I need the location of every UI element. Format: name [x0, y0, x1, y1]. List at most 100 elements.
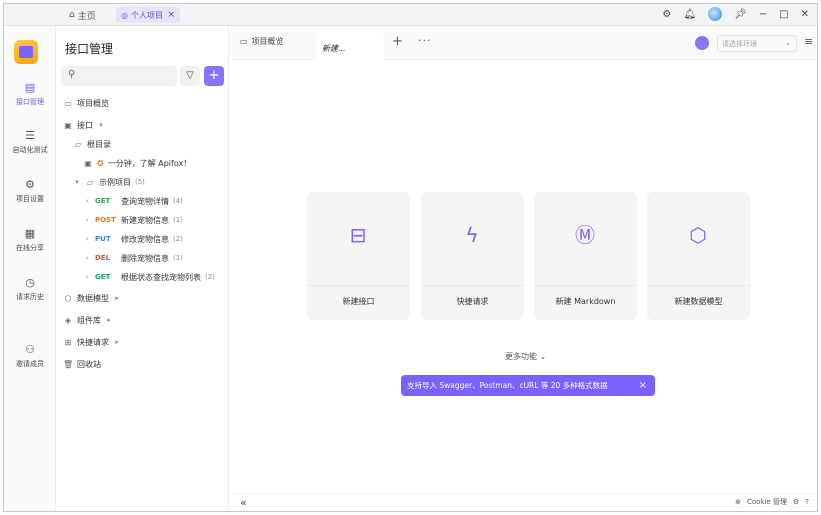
more-tabs-icon[interactable]: ··· [418, 34, 432, 47]
chevron-right-icon: › [85, 235, 89, 243]
tab-label: 项目概览 [251, 37, 284, 46]
menu-icon[interactable]: ≡ [804, 35, 813, 48]
search-input[interactable]: ⚲ [61, 66, 177, 86]
rail-item-invite[interactable]: ⚇ 邀请成员 [4, 344, 56, 369]
tree-item-intro-doc[interactable]: ▣ ✪ 一分钟，了解 Apifox！ [83, 155, 191, 171]
folder-icon: ▱ [74, 139, 82, 149]
project-tab[interactable]: ◎ 个人项目 × [116, 7, 180, 23]
method-badge: POST [95, 216, 116, 224]
tab-new[interactable]: 新建... [316, 32, 384, 60]
cube-icon: ⬡ [64, 293, 72, 303]
project-icon: ◎ [121, 10, 128, 20]
user-avatar[interactable] [708, 7, 723, 21]
title-bar: ⌂ 主页 ◎ 个人项目 × ⚙ 🔔︎ 📌︎ − □ ✕ [4, 4, 817, 26]
tree-label: 示例项目 [99, 177, 131, 187]
new-api-card[interactable]: ⊟ 新建接口 [307, 192, 410, 320]
endpoint-count: (2) [205, 273, 215, 281]
chevron-right-icon: ▸ [107, 316, 111, 324]
new-markdown-card[interactable]: Ⓜ 新建 Markdown [534, 192, 637, 320]
rail-label: 接口管理 [16, 98, 44, 106]
add-tab-button[interactable]: + [392, 34, 403, 49]
card-label: 新建数据模型 [647, 285, 750, 307]
filter-button[interactable]: ▽ [180, 66, 200, 86]
endpoint-row[interactable]: › GET 查询宠物详情 (4) [83, 193, 183, 209]
overview-icon: ▭ [240, 37, 248, 46]
help-icon[interactable]: ? [805, 498, 809, 506]
import-toast[interactable]: 支持导入 Swagger、Postman、cURL 等 20 多种格式数据 × [401, 375, 655, 396]
home-tab-label: 主页 [77, 11, 96, 22]
tree-item-quick-requests[interactable]: ⊞ 快捷请求 ▸ [63, 334, 121, 350]
tree-item-components[interactable]: ◈ 组件库 ▸ [63, 312, 113, 328]
home-tab[interactable]: ⌂ 主页 [69, 7, 96, 23]
tree-label: 接口 [77, 120, 93, 130]
api-icon: ⊟ [349, 223, 367, 247]
project-tab-label: 个人项目 [130, 10, 163, 20]
settings-icon[interactable]: ⚙ [662, 9, 671, 20]
history-icon: ◷ [25, 276, 35, 289]
minimize-icon[interactable]: − [759, 9, 767, 20]
close-window-icon[interactable]: ✕ [801, 9, 809, 20]
chevron-right-icon: › [85, 273, 89, 281]
collapse-sidebar-icon[interactable]: « [240, 496, 247, 509]
endpoint-name: 删除宠物信息 [121, 253, 169, 263]
sidebar: 接口管理 ⚲ ▽ + ▭ 项目概览 ▣ 接口 ▾ ▱ 根目录 ▣ ✪ 一分钟，了… [57, 26, 229, 511]
cookie-manager-link[interactable]: Cookie 管理 [747, 497, 787, 507]
markdown-icon: Ⓜ [575, 223, 595, 247]
tree-item-data-models[interactable]: ⬡ 数据模型 ▸ [63, 290, 121, 306]
endpoint-count: (1) [173, 254, 183, 262]
settings-icon[interactable]: ⚙ [793, 498, 799, 506]
app-logo [14, 40, 38, 64]
chevron-down-icon: ⌄ [785, 39, 791, 47]
new-data-model-card[interactable]: ⬡ 新建数据模型 [647, 192, 750, 320]
folder-icon: ▱ [86, 177, 94, 187]
tree-item-overview[interactable]: ▭ 项目概览 [63, 95, 109, 111]
environment-icon[interactable] [695, 36, 709, 50]
sidebar-title: 接口管理 [65, 42, 114, 56]
rail-item-automation[interactable]: ☰ 自动化测试 [4, 130, 56, 155]
method-badge: GET [95, 197, 111, 205]
window-controls: ⚙ 🔔︎ 📌︎ − □ ✕ [662, 7, 809, 21]
card-label: 新建 Markdown [534, 285, 637, 307]
environment-placeholder: 请选择环境 [722, 40, 757, 48]
status-bar: « ⊛ Cookie 管理 ⚙ ? [230, 493, 817, 511]
left-rail: ▤ 接口管理 ☰ 自动化测试 ⚙ 项目设置 ▦ 在线分享 ◷ 请求历史 ⚇ 邀请… [4, 26, 56, 511]
rail-item-share[interactable]: ▦ 在线分享 [4, 228, 56, 253]
home-icon: ⌂ [69, 10, 75, 20]
tree-item-api[interactable]: ▣ 接口 ▾ [63, 117, 105, 133]
chevron-down-icon: ▾ [75, 178, 79, 186]
tree-item-recycle-bin[interactable]: 🗑︎ 回收站 [63, 356, 101, 372]
endpoint-row[interactable]: › POST 新建宠物信息 (1) [83, 212, 183, 228]
environment-select[interactable]: 请选择环境 ⌄ [717, 35, 797, 52]
fox-icon: ✪ [97, 158, 104, 168]
chevron-right-icon: › [85, 216, 89, 224]
share-icon: ▦ [24, 227, 36, 240]
tree-item-example-folder[interactable]: ▾ ▱ 示例项目 (5) [73, 174, 145, 190]
tree-item-root[interactable]: ▱ 根目录 [73, 136, 111, 152]
endpoint-row[interactable]: › GET 根据状态查找宠物列表 (2) [83, 269, 215, 285]
tree-label: 数据模型 [77, 293, 109, 303]
endpoint-count: (2) [173, 235, 183, 243]
lightning-icon: ϟ [465, 223, 479, 247]
rail-item-api[interactable]: ▤ 接口管理 [4, 82, 56, 107]
rail-item-settings[interactable]: ⚙ 项目设置 [4, 179, 56, 204]
layers-icon: ◈ [64, 315, 72, 325]
close-tab-icon[interactable]: × [167, 10, 175, 20]
rail-item-history[interactable]: ◷ 请求历史 [4, 277, 56, 302]
endpoint-row[interactable]: › DEL 删除宠物信息 (1) [83, 250, 183, 266]
endpoint-row[interactable]: › PUT 修改宠物信息 (2) [83, 231, 183, 247]
cube-icon: ⬡ [689, 223, 707, 247]
maximize-icon[interactable]: □ [779, 9, 788, 20]
card-label: 新建接口 [307, 285, 410, 307]
quick-request-card[interactable]: ϟ 快捷请求 [421, 192, 524, 320]
bell-icon[interactable]: 🔔︎ [683, 9, 696, 20]
rail-label: 请求历史 [16, 293, 44, 301]
more-features-button[interactable]: 更多功能 ⌄ [505, 351, 546, 362]
close-icon[interactable]: × [639, 375, 647, 396]
add-button[interactable]: + [204, 66, 224, 86]
pin-icon[interactable]: 📌︎ [734, 9, 747, 20]
rail-label: 自动化测试 [12, 146, 48, 154]
endpoint-name: 新建宠物信息 [121, 215, 169, 225]
more-features-label: 更多功能 [505, 352, 537, 361]
cookie-icon: ⊛ [735, 498, 742, 506]
tab-overview[interactable]: ▭ 项目概览 [240, 36, 284, 47]
